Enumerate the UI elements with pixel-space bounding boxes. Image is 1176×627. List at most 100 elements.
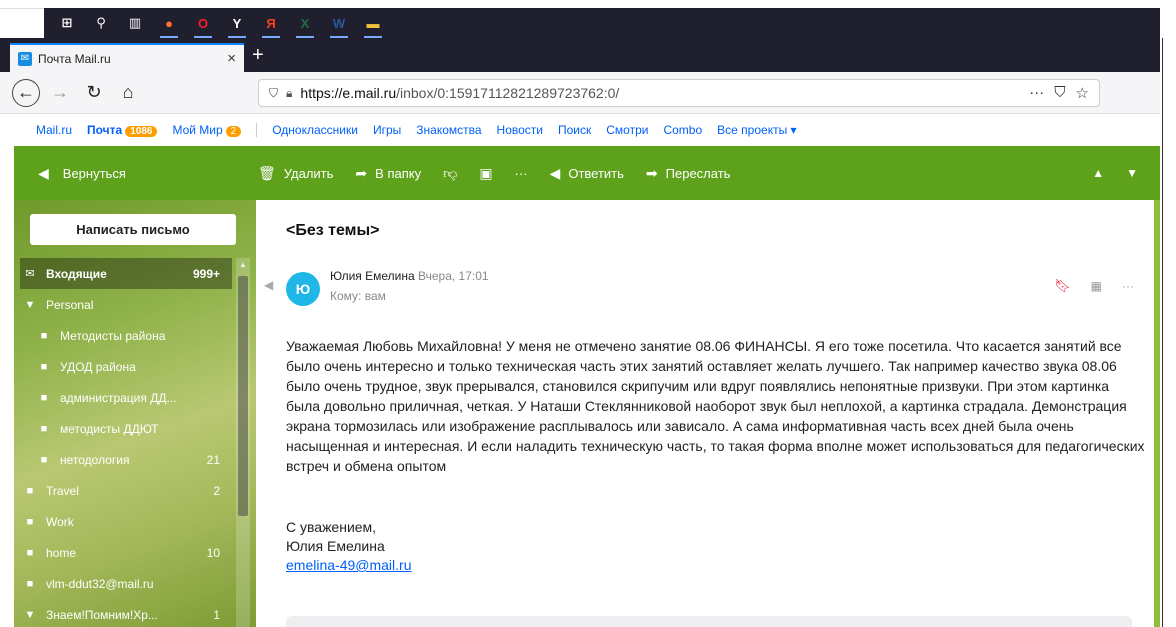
message-toolbar: ◀ Вернуться 🗑︎ Удалить ➦ В папку 👎︎ ▣ ··… [14, 146, 1160, 200]
reply-button[interactable]: ◀ Ответить [550, 165, 624, 182]
signature-line-1: С уважением, [286, 519, 377, 535]
forward-button[interactable]: → [46, 79, 74, 107]
sender-name[interactable]: Юлия Емелина [330, 269, 415, 283]
file-explorer-icon[interactable]: ▬ [362, 12, 384, 38]
portal-link[interactable]: Combo [663, 123, 702, 137]
home-button[interactable]: ⌂ [114, 79, 142, 107]
firefox-icon[interactable]: ● [158, 12, 180, 38]
folder-label: Personal [46, 297, 94, 312]
folder-item[interactable]: ✉ Входящие 999+ [20, 258, 232, 289]
folder-item[interactable]: ■ УДОД района [20, 351, 232, 382]
portal-link[interactable]: Новости [497, 123, 543, 137]
excel-icon[interactable]: X [294, 12, 316, 38]
folder-item[interactable]: ▼ Personal [20, 289, 232, 320]
tab-close-icon[interactable]: × [227, 50, 236, 67]
unread-count-badge: 1086 [125, 126, 158, 137]
folder-item[interactable]: ■ методисты ДДЮТ [20, 413, 232, 444]
folder-item[interactable]: ■ vlm-ddut32@mail.ru [20, 568, 232, 599]
message-date: Вчера, 17:01 [418, 269, 489, 283]
folder-label: Work [46, 514, 74, 529]
more-button[interactable]: ··· [515, 166, 528, 181]
yandex-icon[interactable]: Я [260, 12, 282, 38]
move-to-folder-button[interactable]: ➦ В папку [355, 165, 421, 182]
archive-button[interactable]: ▣ [479, 165, 492, 182]
lock-icon[interactable]: 🔒︎ [286, 86, 292, 101]
delete-label: Удалить [283, 165, 334, 181]
calendar-icon[interactable]: ▦ [1091, 279, 1102, 293]
back-to-list-button[interactable]: ◀ Вернуться [14, 165, 258, 182]
forward-message-button[interactable]: ➡ Переслать [646, 165, 731, 182]
folder-icon: ■ [40, 329, 48, 342]
window-border [1162, 38, 1163, 627]
folder-icon: ■ [40, 422, 48, 435]
signature: С уважением, Юлия Емелина emelina-49@mai… [286, 518, 411, 575]
folder-item[interactable]: ▼ Знаем!Помним!Хр... 1 [20, 599, 232, 627]
compose-button[interactable]: Написать письмо [30, 214, 236, 245]
delete-button[interactable]: 🗑︎ Удалить [258, 165, 333, 182]
signature-email-link[interactable]: emelina-49@mail.ru [286, 557, 411, 573]
flag-icon[interactable]: 🔖︎ [1054, 278, 1071, 294]
recipient-line: Кому: вам [330, 289, 386, 303]
url-actions: ··· ⛉ ☆ [1029, 84, 1099, 102]
portal-separator [256, 123, 258, 137]
opera-icon[interactable]: O [192, 12, 214, 38]
folder-item[interactable]: ■ администрация ДД... [20, 382, 232, 413]
replied-indicator-icon: ◀ [264, 278, 274, 292]
thumb-down-icon: 👎︎ [443, 164, 458, 181]
task-view-icon[interactable]: ▥ [124, 12, 146, 34]
scroll-up-icon[interactable]: ▲ [239, 260, 247, 269]
search-icon[interactable]: ⚲ [90, 12, 112, 34]
tab-title: Почта Mail.ru [38, 51, 111, 66]
next-message-icon[interactable]: ▼ [1126, 166, 1138, 180]
portal-link[interactable]: Игры [373, 123, 401, 137]
new-tab-button[interactable]: + [252, 44, 264, 67]
folder-count: 2 [213, 483, 220, 498]
previous-message-icon[interactable]: ▲ [1092, 166, 1104, 180]
portal-link[interactable]: Одноклассники [272, 123, 358, 137]
unread-count-badge: 2 [225, 126, 242, 137]
move-folder-icon: ➦ [355, 164, 368, 181]
pocket-icon[interactable]: ⛉ [1054, 84, 1065, 102]
folder-item[interactable]: ■ Travel 2 [20, 475, 232, 506]
message-actions: 🔖︎ ▦ ··· [1054, 278, 1134, 294]
folder-icon: ■ [40, 391, 48, 404]
portal-link[interactable]: Все проекты ▾ [717, 123, 796, 137]
word-icon[interactable]: W [328, 12, 350, 38]
folder-item[interactable]: ■ home 10 [20, 537, 232, 568]
spam-button[interactable]: 👎︎ [443, 165, 457, 182]
quick-reply-box[interactable] [286, 616, 1132, 627]
folder-item[interactable]: ■ Методисты района [20, 320, 232, 351]
bookmark-star-icon[interactable]: ☆ [1076, 84, 1089, 102]
folder-item[interactable]: ■ Work [20, 506, 232, 537]
portal-link-label: Новости [496, 123, 543, 137]
browser-tab-bar: ✉ Почта Mail.ru × + [0, 38, 1176, 72]
tracking-shield-icon[interactable]: ⛉ [269, 86, 278, 101]
folder-icon: ■ [26, 484, 34, 497]
message-more-icon[interactable]: ··· [1122, 279, 1134, 293]
message-view: <Без темы> ◀ Ю Юлия Емелина Вчера, 17:01… [256, 200, 1160, 627]
folder-list: ✉ Входящие 999+ ▼ Personal ■ Методисты района ■… [20, 258, 232, 627]
tab-mail[interactable]: ✉ Почта Mail.ru × [10, 43, 244, 72]
portal-link[interactable]: Знакомства [416, 123, 481, 137]
sidebar-scrollbar[interactable]: ▲ [236, 258, 250, 627]
address-bar[interactable]: ⛉ 🔒︎ https://e.mail.ru/inbox/0:159171128… [258, 79, 1100, 107]
portal-link[interactable]: Смотри [606, 123, 648, 137]
portal-link[interactable]: Мой Мир 2 [172, 123, 242, 137]
back-button[interactable]: ← [12, 78, 40, 107]
folder-count: 999+ [192, 266, 220, 281]
yandex-browser-icon[interactable]: Y [226, 12, 248, 38]
more-label: ··· [514, 165, 528, 181]
sender-avatar[interactable]: Ю [286, 272, 320, 306]
folder-item[interactable]: ■ нетодология 21 [20, 444, 232, 475]
portal-link-label: Все проекты ▾ [717, 123, 797, 137]
portal-link[interactable]: Почта 1086 [87, 123, 158, 137]
page-actions-icon[interactable]: ··· [1029, 84, 1044, 102]
portal-link[interactable]: Поиск [558, 123, 591, 137]
reply-label: Ответить [568, 165, 624, 181]
portal-link[interactable]: Mail.ru [36, 123, 72, 137]
url-text[interactable]: https://e.mail.ru/inbox/0:15917112821289… [300, 85, 1029, 101]
scrollbar-thumb[interactable] [238, 276, 248, 516]
mail-favicon-icon: ✉ [18, 51, 32, 66]
reload-button[interactable]: ↻ [80, 79, 108, 107]
windows-start-icon[interactable]: ⊞ [56, 12, 78, 34]
